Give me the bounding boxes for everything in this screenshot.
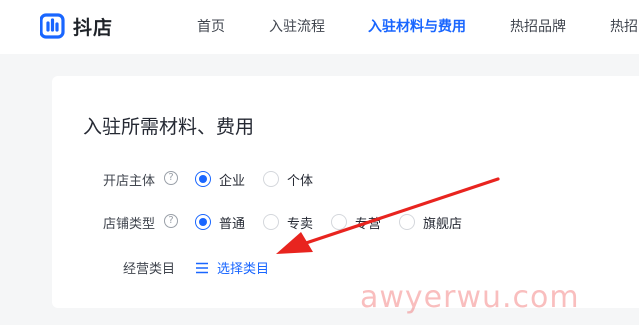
nav-hot-more[interactable]: 热招 xyxy=(610,16,638,36)
radio-specialty[interactable]: 专营 xyxy=(331,213,382,232)
radio-individual[interactable]: 个体 xyxy=(263,170,314,189)
radio-unchecked-icon[interactable] xyxy=(331,214,347,230)
radio-flagship[interactable]: 旗舰店 xyxy=(399,213,463,232)
radio-checked-icon[interactable] xyxy=(195,171,211,187)
store-subject-label: 开店主体 xyxy=(103,174,156,189)
radio-flagship-label: 旗舰店 xyxy=(423,216,463,232)
radio-enterprise[interactable]: 企业 xyxy=(195,170,246,189)
radio-normal-label: 普通 xyxy=(219,216,246,232)
radio-checked-icon[interactable] xyxy=(195,214,211,230)
category-label: 经营类目 xyxy=(123,262,176,277)
watermark: awyerwu.com xyxy=(360,280,580,315)
douyin-store-logo-icon xyxy=(40,13,65,39)
select-category-button[interactable]: 选择类目 xyxy=(195,258,269,277)
radio-unchecked-icon[interactable] xyxy=(263,171,279,187)
help-icon[interactable]: ? xyxy=(164,171,178,185)
nav-hot-brands[interactable]: 热招品牌 xyxy=(510,16,566,36)
radio-normal[interactable]: 普通 xyxy=(195,213,246,232)
nav-settle-process[interactable]: 入驻流程 xyxy=(269,16,325,36)
radio-enterprise-label: 企业 xyxy=(219,173,246,189)
list-icon xyxy=(196,262,208,273)
radio-exclusive[interactable]: 专卖 xyxy=(263,213,314,232)
logo[interactable]: 抖店 xyxy=(40,12,113,40)
card-title: 入驻所需材料、费用 xyxy=(83,116,255,138)
top-header: 抖店 首页 入驻流程 入驻材料与费用 热招品牌 热招 xyxy=(0,0,639,54)
radio-specialty-label: 专营 xyxy=(355,216,382,232)
logo-text: 抖店 xyxy=(73,16,114,39)
radio-unchecked-icon[interactable] xyxy=(263,214,279,230)
select-category-label: 选择类目 xyxy=(217,262,270,277)
store-type-label: 店铺类型 xyxy=(103,217,156,232)
nav-materials-fees[interactable]: 入驻材料与费用 xyxy=(368,16,466,36)
radio-exclusive-label: 专卖 xyxy=(287,216,314,232)
help-icon[interactable]: ? xyxy=(164,214,178,228)
materials-card: 入驻所需材料、费用 开店主体 ? 企业 个体 店铺类型 ? 普通 专卖 专营 旗 xyxy=(52,76,639,308)
radio-individual-label: 个体 xyxy=(287,173,314,189)
radio-unchecked-icon[interactable] xyxy=(399,214,415,230)
nav-home[interactable]: 首页 xyxy=(197,16,225,36)
